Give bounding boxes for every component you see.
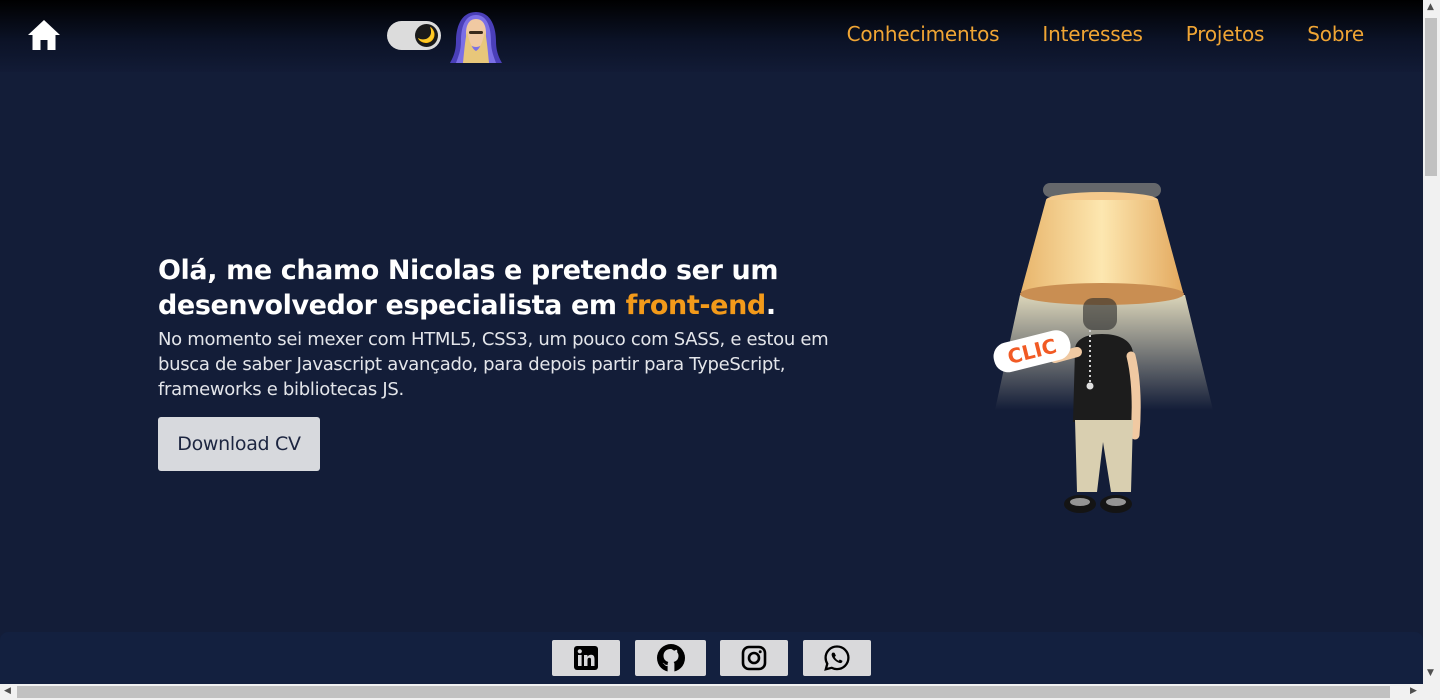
moon-icon: 🌙 — [415, 24, 438, 47]
scroll-down-icon[interactable]: ▼ — [1427, 669, 1434, 678]
lamp-character-image[interactable]: CLIC — [985, 180, 1220, 525]
linkedin-icon — [574, 646, 598, 670]
theme-toggle[interactable]: 🌙 — [387, 21, 441, 50]
download-cv-button[interactable]: Download CV — [158, 417, 320, 471]
vertical-scrollbar-thumb[interactable] — [1425, 18, 1437, 176]
instagram-button[interactable] — [720, 640, 788, 676]
hero-title-end: . — [765, 290, 776, 321]
hero-section: Olá, me chamo Nicolas e pretendo ser um … — [158, 253, 878, 402]
instagram-icon — [741, 645, 767, 671]
linkedin-button[interactable] — [552, 640, 620, 676]
hero-title-accent: front-end — [625, 290, 767, 321]
hero-title-line2: desenvolvedor especialista em — [158, 290, 626, 321]
nav-link-interesses[interactable]: Interesses — [1042, 22, 1143, 46]
whatsapp-button[interactable] — [803, 640, 871, 676]
main-nav: Conhecimentos Interesses Projetos Sobre — [847, 22, 1365, 46]
horizontal-scrollbar-thumb[interactable] — [17, 686, 1390, 698]
scroll-left-icon[interactable]: ◀ — [4, 687, 11, 696]
scroll-right-icon[interactable]: ▶ — [1410, 687, 1417, 696]
avatar — [450, 12, 502, 63]
hero-title-line1: Olá, me chamo Nicolas e pretendo ser um — [158, 255, 779, 286]
home-icon[interactable] — [26, 18, 62, 52]
social-footer — [0, 632, 1423, 684]
horizontal-scrollbar[interactable]: ◀ ▶ — [0, 684, 1440, 700]
scroll-up-icon[interactable]: ▲ — [1427, 3, 1434, 12]
github-button[interactable] — [635, 640, 706, 676]
hero-description: No momento sei mexer com HTML5, CSS3, um… — [158, 329, 829, 400]
hero-title: Olá, me chamo Nicolas e pretendo ser um … — [158, 253, 878, 323]
vertical-scrollbar[interactable]: ▲ ▼ — [1423, 0, 1440, 684]
nav-link-conhecimentos[interactable]: Conhecimentos — [847, 22, 1000, 46]
nav-link-projetos[interactable]: Projetos — [1186, 22, 1265, 46]
nav-link-sobre[interactable]: Sobre — [1307, 22, 1364, 46]
github-icon — [656, 644, 685, 672]
whatsapp-icon — [824, 645, 850, 671]
site-header: 🌙 Conhecimentos Interesses Projetos Sobr… — [0, 0, 1423, 72]
